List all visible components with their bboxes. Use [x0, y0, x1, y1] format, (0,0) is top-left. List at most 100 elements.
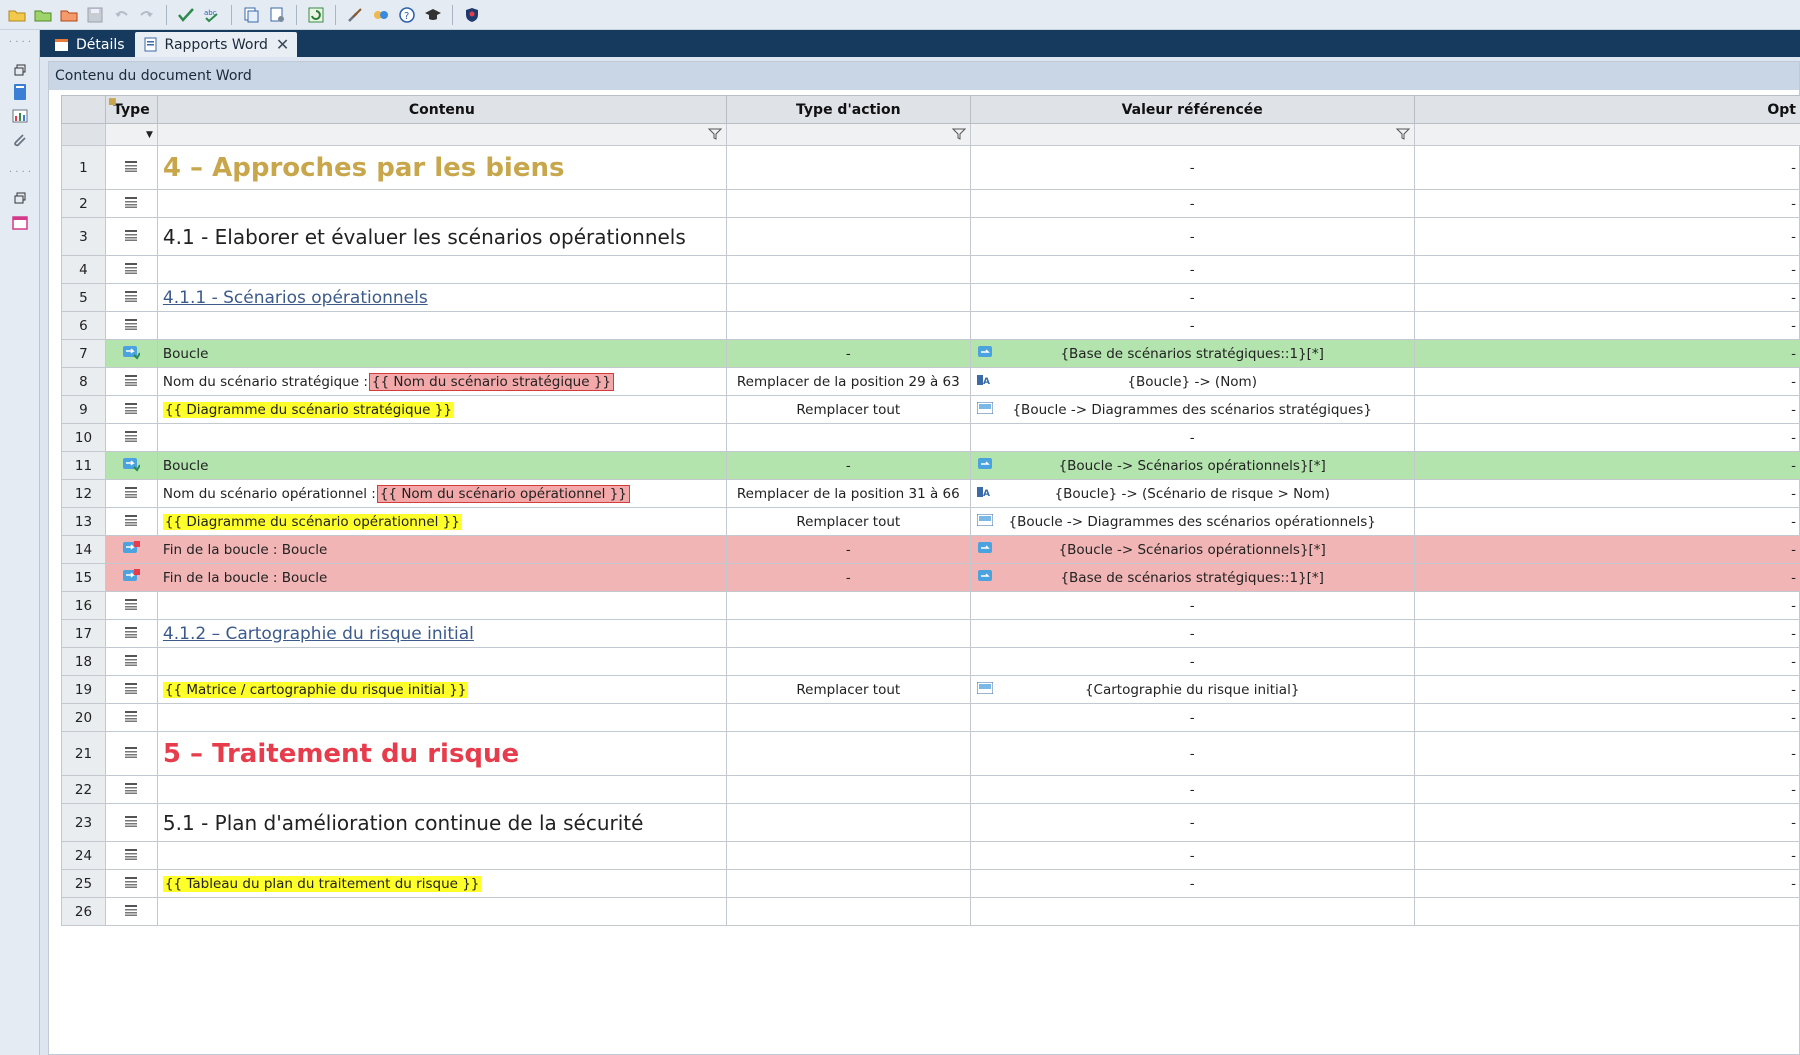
row-opt[interactable]: - [1413, 775, 1800, 804]
undo-icon[interactable] [110, 4, 132, 26]
row-action[interactable]: Remplacer tout [725, 395, 971, 424]
row-action[interactable] [725, 423, 971, 452]
row-opt[interactable]: - [1413, 283, 1800, 312]
header-action[interactable]: Type d'action [725, 95, 971, 124]
row-action[interactable] [725, 731, 971, 776]
header-ref[interactable]: Valeur référencée [969, 95, 1415, 124]
table-row[interactable]: 22 - - [61, 775, 1800, 804]
redo-icon[interactable] [136, 4, 158, 26]
row-ref[interactable]: - [969, 423, 1415, 452]
table-row[interactable]: 13 {{ Diagramme du scénario opérationnel … [61, 507, 1800, 536]
row-content[interactable]: {{ Matrice / cartographie du risque init… [156, 675, 727, 704]
filter-funnel-icon[interactable] [1395, 127, 1410, 141]
tab-details[interactable]: Détails [46, 32, 133, 57]
row-opt[interactable]: - [1413, 367, 1800, 396]
row-action[interactable]: - [725, 451, 971, 480]
row-ref[interactable]: {Cartographie du risque initial} [969, 675, 1415, 704]
row-ref[interactable]: - [969, 731, 1415, 776]
table-row[interactable]: 10 - - [61, 423, 1800, 452]
row-action[interactable] [725, 619, 971, 648]
row-opt[interactable]: - [1413, 841, 1800, 870]
row-content[interactable] [156, 189, 727, 218]
row-content[interactable]: Fin de la boucle : Boucle [156, 563, 727, 592]
row-opt[interactable]: - [1413, 703, 1800, 732]
row-opt[interactable]: - [1413, 869, 1800, 898]
row-action[interactable] [725, 283, 971, 312]
row-content[interactable]: {{ Diagramme du scénario stratégique }} [156, 395, 727, 424]
row-opt[interactable]: - [1413, 507, 1800, 536]
row-action[interactable] [725, 841, 971, 870]
row-opt[interactable]: - [1413, 339, 1800, 368]
row-content[interactable]: Boucle [156, 339, 727, 368]
table-row[interactable]: 25 {{ Tableau du plan du traitement du ri… [61, 869, 1800, 898]
row-content[interactable]: {{ Tableau du plan du traitement du risq… [156, 869, 727, 898]
help-icon[interactable]: ? [396, 4, 418, 26]
row-opt[interactable] [1413, 897, 1800, 926]
row-content[interactable]: 4.1.2 – Cartographie du risque initial [156, 619, 727, 648]
row-ref[interactable] [969, 897, 1415, 926]
table-row[interactable]: 1 4 – Approches par les biens - - [61, 145, 1800, 190]
row-content[interactable]: {{ Diagramme du scénario opérationnel }} [156, 507, 727, 536]
row-opt[interactable]: - [1413, 311, 1800, 340]
header-type[interactable]: ■ Type [104, 95, 158, 124]
row-ref[interactable]: {Base de scénarios stratégiques::1}[*] [969, 339, 1415, 368]
row-ref[interactable]: - [969, 619, 1415, 648]
row-opt[interactable]: - [1413, 189, 1800, 218]
row-opt[interactable]: - [1413, 803, 1800, 842]
row-content[interactable]: Boucle [156, 451, 727, 480]
table-row[interactable]: 14 Fin de la boucle : Boucle - {Boucle -> S… [61, 535, 1800, 564]
copy-document-icon[interactable] [240, 4, 262, 26]
row-ref[interactable]: - [969, 255, 1415, 284]
row-ref[interactable]: - [969, 591, 1415, 620]
row-opt[interactable]: - [1413, 451, 1800, 480]
open-folder-icon[interactable] [6, 4, 28, 26]
row-content[interactable]: 5 – Traitement du risque [156, 731, 727, 776]
filter-funnel-icon[interactable] [707, 127, 722, 141]
row-action[interactable] [725, 897, 971, 926]
row-action[interactable]: Remplacer tout [725, 507, 971, 536]
row-ref[interactable]: - [969, 311, 1415, 340]
header-content[interactable]: Contenu [156, 95, 727, 124]
table-row[interactable]: 9 {{ Diagramme du scénario stratégique }}… [61, 395, 1800, 424]
row-content[interactable]: Fin de la boucle : Boucle [156, 535, 727, 564]
row-action[interactable]: - [725, 535, 971, 564]
calendar-icon[interactable] [10, 212, 30, 232]
row-ref[interactable]: {Base de scénarios stratégiques::1}[*] [969, 563, 1415, 592]
row-action[interactable] [725, 145, 971, 190]
row-content[interactable]: 4.1.1 - Scénarios opérationnels [156, 283, 727, 312]
row-content[interactable]: 5.1 - Plan d'amélioration continue de la… [156, 803, 727, 842]
table-row[interactable]: 21 5 – Traitement du risque - - [61, 731, 1800, 776]
table-row[interactable]: 7 Boucle - {Base de scénarios stratégiques:… [61, 339, 1800, 368]
row-opt[interactable]: - [1413, 145, 1800, 190]
row-content[interactable] [156, 591, 727, 620]
row-opt[interactable]: - [1413, 255, 1800, 284]
row-content[interactable] [156, 841, 727, 870]
row-opt[interactable]: - [1413, 217, 1800, 256]
row-ref[interactable]: - [969, 803, 1415, 842]
close-tab-icon[interactable]: ✕ [276, 35, 289, 54]
filter-type-dropdown[interactable]: ▼ [104, 123, 158, 146]
row-action[interactable]: - [725, 563, 971, 592]
row-content[interactable]: Nom du scénario stratégique :{{ Nom du s… [156, 367, 727, 396]
row-action[interactable] [725, 189, 971, 218]
tab-word-reports[interactable]: Rapports Word ✕ [134, 32, 298, 57]
sidebar-grip[interactable]: · · · · [8, 38, 32, 48]
document-settings-icon[interactable] [266, 4, 288, 26]
plugin-icon[interactable] [370, 4, 392, 26]
row-action[interactable] [725, 869, 971, 898]
open-red-icon[interactable] [58, 4, 80, 26]
table-row[interactable]: 2 - - [61, 189, 1800, 218]
row-ref[interactable]: - [969, 775, 1415, 804]
table-row[interactable]: 16 - - [61, 591, 1800, 620]
row-content[interactable]: 4.1 - Elaborer et évaluer les scénarios … [156, 217, 727, 256]
row-ref[interactable]: {Boucle -> Diagrammes des scénarios opér… [969, 507, 1415, 536]
table-row[interactable]: 6 - - [61, 311, 1800, 340]
row-opt[interactable]: - [1413, 563, 1800, 592]
restore-window-icon-2[interactable] [10, 188, 30, 208]
validate-icon[interactable] [175, 4, 197, 26]
chart-icon[interactable] [10, 106, 30, 126]
table-row[interactable]: 5 4.1.1 - Scénarios opérationnels - - [61, 283, 1800, 312]
row-ref[interactable]: A {Boucle} -> (Scénario de risque > Nom) [969, 479, 1415, 508]
attachment-icon[interactable] [10, 130, 30, 150]
table-row[interactable]: 20 - - [61, 703, 1800, 732]
